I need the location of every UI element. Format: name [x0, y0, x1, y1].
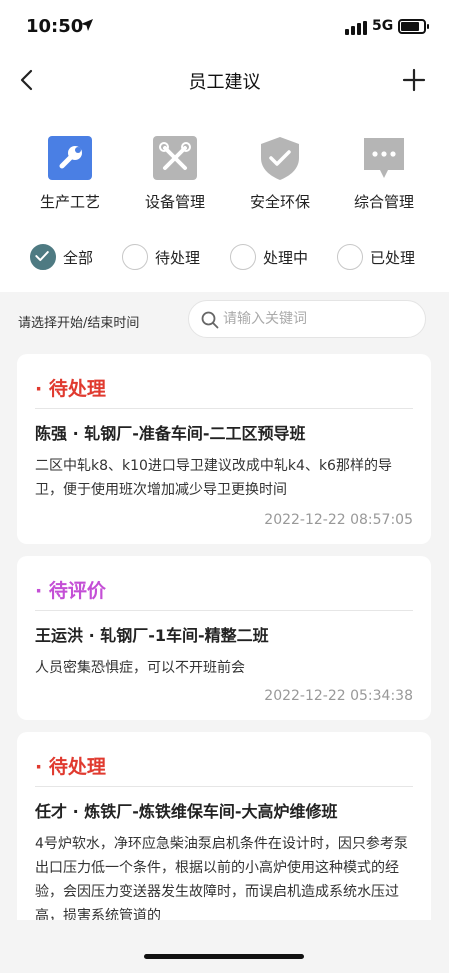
- date-range-picker[interactable]: 请选择开始/结束时间: [18, 312, 139, 331]
- card-description: 4号炉软水，净环应急柴油泵启机条件在设计时，因只参考泵出口压力低一个条件，根据以…: [35, 836, 408, 920]
- search-input[interactable]: [223, 307, 418, 331]
- divider: [35, 786, 413, 787]
- battery-icon: [398, 19, 429, 34]
- filter-label: 处理中: [263, 249, 309, 267]
- home-indicator[interactable]: [144, 954, 304, 959]
- card-description: 二区中轧k8、k10进口导卫建议改成中轧k4、k6那样的导卫，便于使用班次增加减…: [35, 458, 392, 498]
- page-title: 员工建议: [188, 72, 261, 93]
- check-icon: [35, 251, 49, 262]
- filter-processed[interactable]: 已处理: [337, 241, 433, 273]
- category-production[interactable]: 生产工艺: [20, 134, 120, 212]
- filter-all[interactable]: 全部: [30, 241, 110, 273]
- plus-icon[interactable]: [401, 67, 427, 93]
- category-label: 设备管理: [144, 193, 205, 211]
- category-label: 生产工艺: [39, 193, 100, 211]
- card-title: 陈强 · 轧钢厂-准备车间-二工区预导班: [35, 424, 306, 443]
- filter-pending[interactable]: 待处理: [122, 241, 218, 273]
- wrench-icon: [48, 136, 92, 180]
- search-icon: [201, 311, 219, 329]
- category-label: 综合管理: [353, 193, 414, 211]
- signal-icon: [345, 21, 367, 35]
- category-label: 安全环保: [249, 193, 310, 211]
- chat-icon: [364, 138, 404, 178]
- shield-icon: [261, 137, 299, 180]
- radio-checked[interactable]: [30, 244, 56, 270]
- network-type: 5G: [372, 18, 394, 34]
- suggestion-list: · 待处理 陈强 · 轧钢厂-准备车间-二工区预导班 二区中轧k8、k10进口导…: [0, 354, 449, 920]
- card-title: 任才 · 炼铁厂-炼铁维保车间-大高炉维修班: [35, 802, 338, 821]
- card-status: · 待处理: [35, 378, 106, 400]
- battery-fill: [401, 22, 419, 31]
- card-time: 2022-12-22 08:57:05: [264, 512, 413, 528]
- filter-panel: 生产工艺 设备管理 安全环保 综合管理 全部 待处理 处理中 已处理: [0, 104, 449, 292]
- filter-label: 全部: [63, 249, 94, 267]
- filter-label: 待处理: [155, 249, 201, 267]
- radio-unchecked[interactable]: [230, 244, 256, 270]
- filter-label: 已处理: [370, 249, 416, 267]
- radio-unchecked[interactable]: [122, 244, 148, 270]
- status-bar: 10:50 5G: [0, 0, 449, 56]
- category-general[interactable]: 综合管理: [334, 134, 434, 212]
- card-title: 王运洪 · 轧钢厂-1车间-精整二班: [35, 626, 269, 645]
- card-description: 人员密集恐惧症，可以不开班前会: [35, 660, 245, 676]
- card-status: · 待评价: [35, 580, 106, 602]
- divider: [35, 408, 413, 409]
- location-arrow-icon: [81, 19, 93, 31]
- tools-icon: [153, 136, 197, 180]
- search-box[interactable]: [188, 300, 426, 338]
- suggestion-card[interactable]: · 待处理 陈强 · 轧钢厂-准备车间-二工区预导班 二区中轧k8、k10进口导…: [17, 354, 431, 544]
- category-equipment[interactable]: 设备管理: [125, 134, 225, 212]
- nav-bar: 员工建议: [0, 56, 449, 104]
- divider: [35, 610, 413, 611]
- suggestion-card[interactable]: · 待处理 任才 · 炼铁厂-炼铁维保车间-大高炉维修班 4号炉软水，净环应急柴…: [17, 732, 431, 920]
- radio-unchecked[interactable]: [337, 244, 363, 270]
- filter-processing[interactable]: 处理中: [230, 241, 326, 273]
- suggestion-card[interactable]: · 待评价 王运洪 · 轧钢厂-1车间-精整二班 人员密集恐惧症，可以不开班前会…: [17, 556, 431, 720]
- category-safety[interactable]: 安全环保: [230, 134, 330, 212]
- search-row: 请选择开始/结束时间: [0, 292, 449, 348]
- status-time: 10:50: [26, 16, 84, 37]
- card-status: · 待处理: [35, 756, 106, 778]
- card-time: 2022-12-22 05:34:38: [264, 688, 413, 704]
